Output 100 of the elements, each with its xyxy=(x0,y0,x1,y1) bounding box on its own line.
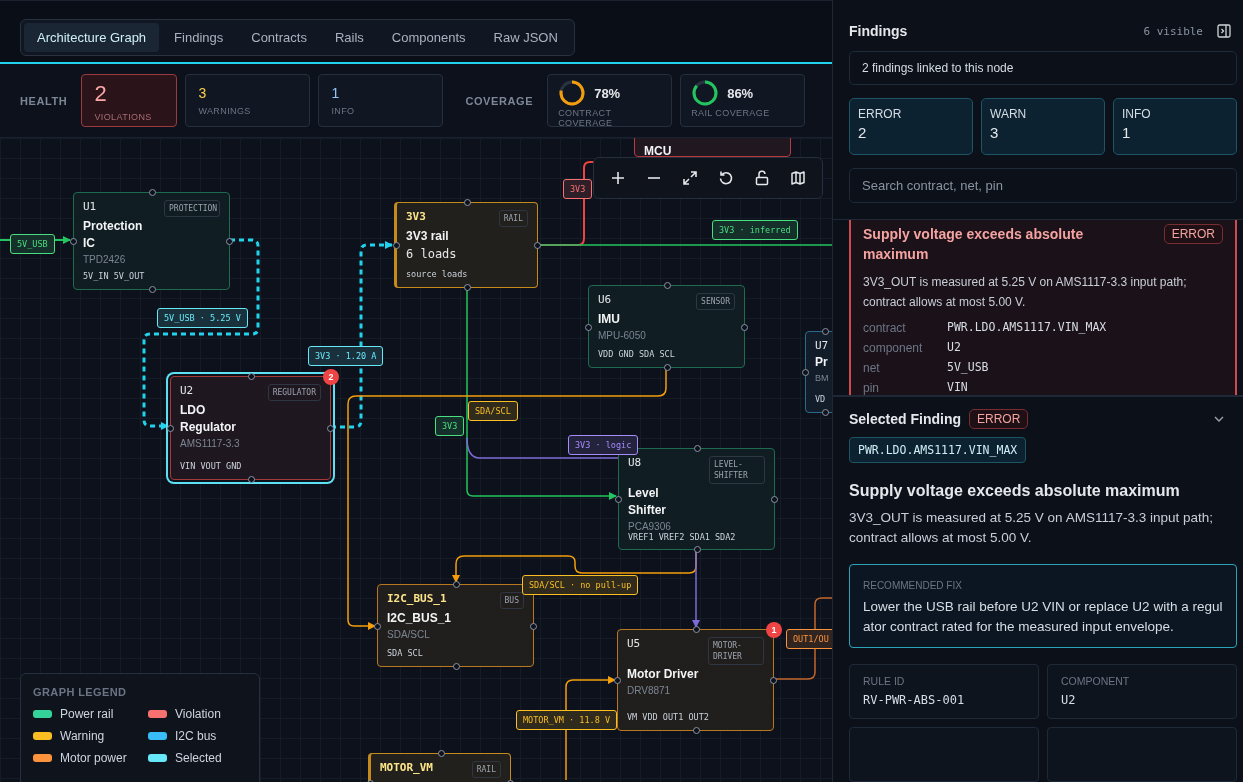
node-name: Pr xyxy=(815,354,828,371)
graph-node[interactable]: 3V3 RAIL 3V3 rail 6 loads source loads xyxy=(394,202,538,288)
node-name: Motor Driver xyxy=(627,666,699,684)
legend-label: I2C bus xyxy=(175,729,217,743)
finding-count-badge: 1 xyxy=(766,622,782,638)
severity-count-card[interactable]: ERROR 2 xyxy=(849,98,973,155)
graph-node[interactable]: U1 PROTECTION Protection IC TPD2426 5V_IN 5V_OUT xyxy=(73,192,230,290)
edge-label: MOTOR_VM · 11.8 V xyxy=(516,710,617,730)
port-dot xyxy=(692,727,700,734)
health-value: 3 xyxy=(198,85,208,101)
tab[interactable]: Rails xyxy=(321,23,377,52)
coverage-value: 78% xyxy=(594,85,621,101)
node-name: LDO Regulator xyxy=(180,402,237,437)
legend-label: Selected xyxy=(175,751,222,765)
panel-title: Findings xyxy=(849,23,909,39)
tab[interactable]: Raw JSON xyxy=(480,23,571,52)
node-type-tag: RAIL xyxy=(471,761,501,779)
collapse-panel-icon[interactable] xyxy=(1217,24,1231,38)
node-name: IMU xyxy=(598,311,620,329)
tab[interactable]: Contracts xyxy=(238,23,320,52)
field-value: VIN xyxy=(947,380,969,395)
node-ref: U7 xyxy=(815,339,829,353)
node-name: MCU xyxy=(644,143,672,160)
graph-node[interactable]: U6 SENSOR IMU MPU-6050 VDD GND SDA SCL xyxy=(588,285,745,368)
field-key: component xyxy=(863,340,947,358)
edge-label: SDA/SCL xyxy=(468,401,518,421)
edge-label: 5V_USB xyxy=(10,234,55,254)
severity-badge: ERROR xyxy=(1163,224,1223,245)
port-dot xyxy=(663,364,671,371)
node-ref: U1 xyxy=(83,200,97,214)
port-dot xyxy=(693,445,701,452)
field-value: U2 xyxy=(947,340,962,357)
node-part: TPD2426 xyxy=(83,254,126,266)
coverage-value: 86% xyxy=(727,85,754,101)
node-name: 3V3 rail xyxy=(406,228,449,246)
port-dot xyxy=(534,242,541,249)
port-dot xyxy=(148,189,156,196)
port-dot xyxy=(693,546,701,553)
port-dot xyxy=(741,323,748,331)
port-dot xyxy=(802,369,809,376)
port-dot xyxy=(437,750,445,757)
node-pins: SDA SCL xyxy=(387,648,423,658)
field-value: 5V_USB xyxy=(947,360,990,377)
tab[interactable]: Components xyxy=(378,23,479,52)
node-ref: U6 xyxy=(598,293,612,307)
graph-node[interactable]: U7 Pr BM VD xyxy=(805,331,832,413)
node-type-tag: PROTECTION xyxy=(164,200,220,218)
node-name: Level Shifter xyxy=(628,485,667,520)
coverage-label: COVERAGE xyxy=(465,94,534,107)
port-dot xyxy=(615,496,622,503)
port-dot xyxy=(614,677,621,684)
visible-count: 6 visible xyxy=(1143,24,1203,38)
meta-label: COMPONENT xyxy=(1061,675,1131,687)
fix-text: Lower the USB rail before U2 VIN or replace U2 with a regulator contract rated for the measured input envelope. xyxy=(863,598,1223,636)
port-dot xyxy=(247,373,255,380)
port-dot xyxy=(327,425,334,432)
map-icon xyxy=(790,170,806,186)
tab[interactable]: Findings xyxy=(161,23,237,52)
node-type-tag: SENSOR xyxy=(696,293,735,311)
finding-card[interactable]: Supply voltage exceeds absolute maximum ERROR 3V3_OUT is measured at 5.25 V on AMS1117-3.3 input path; contract allows at most 5.00 V. contract PWR.LDO.AMS1117.VIN_MAX component U2 net 5V_USB pin VIN xyxy=(849,220,1237,395)
node-pins: VIN VOUT GND xyxy=(180,461,242,471)
health-label: HEALTH xyxy=(20,94,68,107)
node-type-tag: BUS xyxy=(499,592,524,610)
node-part: AMS1117-3.3 xyxy=(180,438,240,450)
health-caption: WARNINGS xyxy=(198,106,252,116)
port-dot xyxy=(464,199,471,206)
section-title: Selected Finding xyxy=(849,411,961,427)
port-dot xyxy=(822,409,829,416)
graph-node[interactable]: MOTOR_VM RAIL xyxy=(368,753,511,782)
node-name: Protection IC xyxy=(83,218,144,253)
node-ref: I2C_BUS_1 xyxy=(387,592,447,606)
port-dot xyxy=(226,238,233,245)
coverage-caption: RAIL COVERAGE xyxy=(691,108,771,118)
node-pins: VD xyxy=(815,394,826,404)
coverage-ring xyxy=(691,79,720,107)
port-dot xyxy=(452,581,460,588)
port-dot xyxy=(530,622,537,630)
port-dot xyxy=(452,663,460,670)
tab[interactable]: Architecture Graph xyxy=(24,23,160,52)
search-field[interactable]: Search contract, net, pin xyxy=(849,168,1237,204)
plus-icon xyxy=(610,170,626,186)
finding-description: 3V3_OUT is measured at 5.25 V on AMS1117-3.3 input path; contract allows at most 5.00 V. xyxy=(863,274,1188,312)
meta-value: U2 xyxy=(1061,693,1077,707)
node-part: PCA9306 xyxy=(628,521,671,533)
field-key: contract xyxy=(863,320,947,338)
port-dot xyxy=(70,238,77,245)
node-ref: MOTOR_VM xyxy=(380,761,433,775)
graph-node[interactable]: MCU xyxy=(634,138,791,157)
port-dot xyxy=(692,626,700,633)
severity-count: 1 xyxy=(1122,124,1132,141)
edge-label: 3V3 xyxy=(435,416,465,436)
severity-count: 2 xyxy=(858,124,868,141)
edge-label: 5V_USB · 5.25 V xyxy=(157,308,248,328)
node-type-tag: LEVEL-SHIFTER xyxy=(709,456,765,485)
severity-count: 3 xyxy=(990,124,1000,141)
port-dot xyxy=(393,242,400,249)
severity-count-card[interactable]: WARN 3 xyxy=(981,98,1105,155)
node-pins: source loads xyxy=(406,269,468,279)
severity-count-card[interactable]: INFO 1 xyxy=(1113,98,1237,155)
unlocked-padlock-icon xyxy=(754,170,770,186)
